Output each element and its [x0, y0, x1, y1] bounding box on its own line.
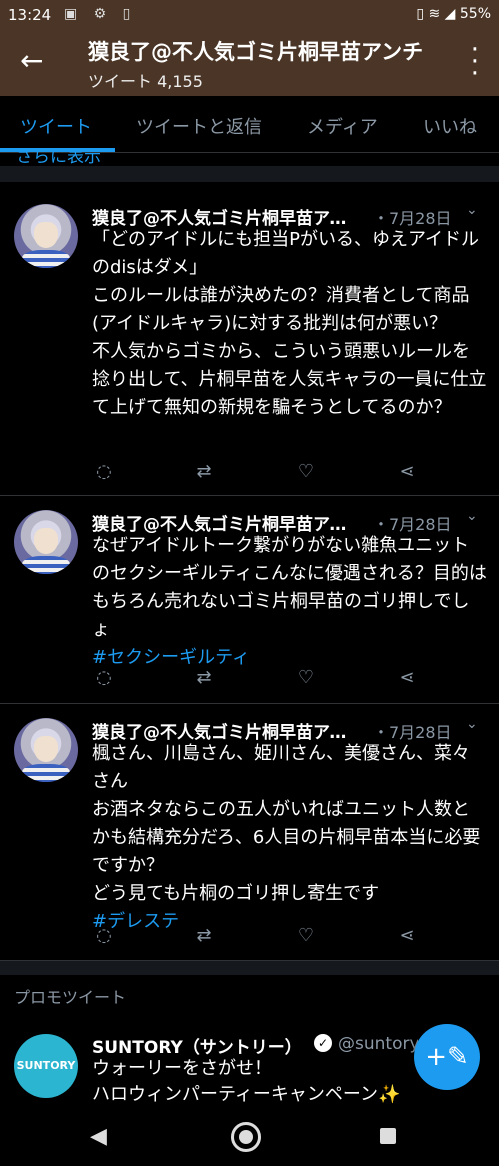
heart-icon[interactable]: ♡ [294, 666, 318, 690]
battery-percent: 55% [459, 6, 491, 22]
nav-recents-icon[interactable] [380, 1128, 396, 1144]
reply-icon[interactable]: ◌ [92, 666, 116, 690]
share-icon[interactable]: ⋖ [395, 924, 419, 948]
tweet-actions: ◌ ⇄ ♡ ⋖ [92, 924, 422, 948]
tweet-card[interactable]: 獏良了@不人気ゴミ片桐早苗アンチ ・7月28日 ⌄ なぜアイドルトーク繋がりがな… [0, 496, 499, 704]
chevron-down-icon[interactable]: ⌄ [466, 202, 478, 218]
retweet-icon[interactable]: ⇄ [192, 666, 216, 690]
retweet-icon[interactable]: ⇄ [192, 924, 216, 948]
status-time: 13:24 [8, 6, 52, 24]
back-arrow-icon[interactable]: ← [20, 46, 43, 76]
tweet-text: 楓さん、川島さん、姫川さん、美優さん、菜々さん お酒ネタならこの五人がいればユニ… [92, 743, 481, 932]
tab-media[interactable]: メディア [307, 113, 378, 139]
signal-icons: ▯ ≋ ◢ [416, 6, 456, 22]
share-icon[interactable]: ⋖ [395, 666, 419, 690]
tab-tweets[interactable]: ツイート [20, 113, 92, 139]
notification-icons: ▣ ⚙ ▯ [64, 6, 137, 22]
divider [0, 961, 499, 975]
divider [0, 166, 499, 182]
nav-home-icon[interactable] [231, 1122, 261, 1152]
heart-icon[interactable]: ♡ [294, 924, 318, 948]
profile-tabs: ツイート ツイートと返信 メディア いいね [0, 96, 499, 153]
tweet-text: 「どのアイドルにも担当Pがいる、ゆえアイドルのdisはダメ」 このルールは誰が決… [92, 229, 487, 418]
page-title: 獏良了@不人気ゴミ片桐早苗アンチ [88, 40, 424, 64]
reply-icon[interactable]: ◌ [92, 460, 116, 484]
share-icon[interactable]: ⋖ [395, 460, 419, 484]
tweet-actions: ◌ ⇄ ♡ ⋖ [92, 460, 422, 484]
profile-header: ← 獏良了@不人気ゴミ片桐早苗アンチ ツイート 4,155 · · · [0, 30, 499, 96]
avatar[interactable] [14, 718, 78, 782]
tab-tweets-replies[interactable]: ツイートと返信 [136, 113, 262, 139]
status-bar: 13:24 ▣ ⚙ ▯ ▯ ≋ ◢ 55% [0, 0, 499, 30]
chevron-down-icon[interactable]: ⌄ [466, 716, 478, 732]
retweet-icon[interactable]: ⇄ [192, 460, 216, 484]
avatar[interactable] [14, 510, 78, 574]
tweet-card[interactable]: 獏良了@不人気ゴミ片桐早苗アンチ ・7月28日 ⌄ 楓さん、川島さん、姫川さん、… [0, 704, 499, 961]
avatar[interactable] [14, 204, 78, 268]
more-options-icon[interactable]: · · · [471, 37, 479, 87]
chevron-down-icon[interactable]: ⌄ [466, 508, 478, 524]
reply-icon[interactable]: ◌ [92, 924, 116, 948]
feather-plus-icon: +✎ [425, 1042, 469, 1072]
nav-back-icon[interactable]: ◀ [90, 1124, 107, 1149]
tweet-card[interactable]: 獏良了@不人気ゴミ片桐早苗アンチ ・7月28日 ⌄ 「どのアイドルにも担当Pがい… [0, 190, 499, 496]
hashtag-link[interactable]: #セクシーギルティ [92, 647, 250, 668]
tweet-text: なぜアイドルトーク繋がりがない雑魚ユニットのセクシーギルティこんなに優遇される？… [92, 535, 487, 668]
tweet-author-name[interactable]: SUNTORY（サントリー） [92, 1033, 302, 1058]
tweet-actions: ◌ ⇄ ♡ ⋖ [92, 666, 422, 690]
avatar[interactable]: SUNTORY [14, 1034, 78, 1098]
promoted-label: プロモツイート [14, 988, 127, 1007]
verified-icon: ✓ [314, 1034, 332, 1052]
tweet-count: ツイート 4,155 [88, 72, 203, 91]
compose-tweet-button[interactable]: +✎ [414, 1024, 480, 1090]
status-right: ▯ ≋ ◢ 55% [416, 6, 491, 22]
show-more-link[interactable]: さらに表示 [16, 152, 101, 164]
android-nav-bar: ◀ [0, 1108, 499, 1166]
tweet-handle[interactable]: @suntory [338, 1034, 418, 1054]
heart-icon[interactable]: ♡ [294, 460, 318, 484]
tab-likes[interactable]: いいね [423, 113, 477, 139]
